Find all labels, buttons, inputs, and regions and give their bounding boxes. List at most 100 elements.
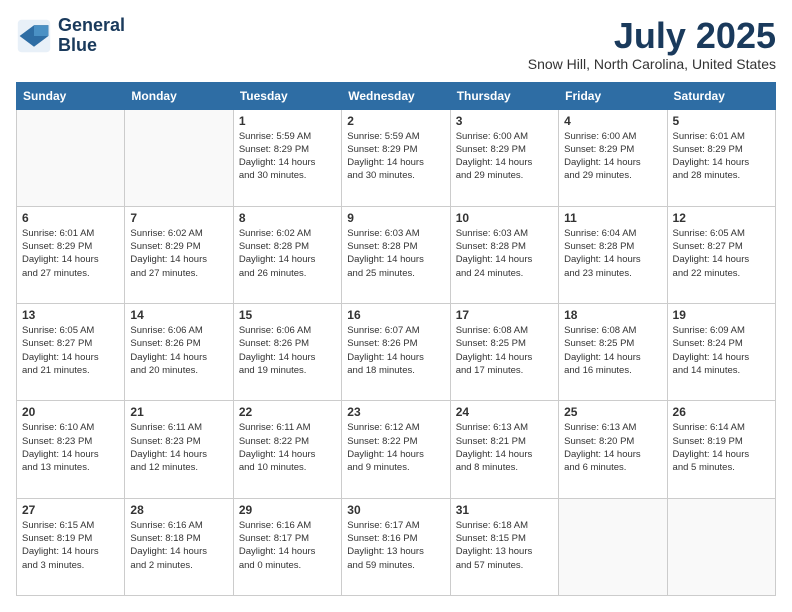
day-number: 17	[456, 308, 553, 322]
day-number: 22	[239, 405, 336, 419]
day-number: 3	[456, 114, 553, 128]
day-number: 7	[130, 211, 227, 225]
day-info: Sunrise: 5:59 AMSunset: 8:29 PMDaylight:…	[239, 130, 336, 183]
calendar-cell: 28 Sunrise: 6:16 AMSunset: 8:18 PMDayligh…	[125, 498, 233, 595]
day-number: 24	[456, 405, 553, 419]
week-row-2: 6Sunrise: 6:01 AMSunset: 8:29 PMDaylight…	[17, 206, 776, 303]
day-number: 29	[239, 503, 336, 517]
calendar-cell: 12Sunrise: 6:05 AMSunset: 8:27 PMDayligh…	[667, 206, 775, 303]
calendar-cell: 18 Sunrise: 6:08 AMSunset: 8:25 PMDayligh…	[559, 304, 667, 401]
logo-text: General Blue	[58, 16, 125, 56]
calendar-cell: 11 Sunrise: 6:04 AMSunset: 8:28 PMDayligh…	[559, 206, 667, 303]
calendar-cell: 6Sunrise: 6:01 AMSunset: 8:29 PMDaylight…	[17, 206, 125, 303]
week-row-1: 1 Sunrise: 5:59 AMSunset: 8:29 PMDaylight…	[17, 109, 776, 206]
day-info: Sunrise: 6:13 AMSunset: 8:20 PMDaylight:…	[564, 421, 661, 474]
day-info: Sunrise: 6:05 AMSunset: 8:27 PMDaylight:…	[673, 227, 770, 280]
week-row-4: 20 Sunrise: 6:10 AMSunset: 8:23 PMDayligh…	[17, 401, 776, 498]
calendar-cell	[125, 109, 233, 206]
calendar-cell	[667, 498, 775, 595]
calendar-header-monday: Monday	[125, 82, 233, 109]
day-info: Sunrise: 6:00 AMSunset: 8:29 PMDaylight:…	[456, 130, 553, 183]
day-number: 25	[564, 405, 661, 419]
day-number: 27	[22, 503, 119, 517]
day-number: 26	[673, 405, 770, 419]
calendar-cell: 8 Sunrise: 6:02 AMSunset: 8:28 PMDaylight…	[233, 206, 341, 303]
day-number: 20	[22, 405, 119, 419]
day-info: Sunrise: 6:02 AMSunset: 8:29 PMDaylight:…	[130, 227, 227, 280]
calendar-header-friday: Friday	[559, 82, 667, 109]
day-number: 6	[22, 211, 119, 225]
calendar-cell: 4 Sunrise: 6:00 AMSunset: 8:29 PMDaylight…	[559, 109, 667, 206]
calendar-cell: 17 Sunrise: 6:08 AMSunset: 8:25 PMDayligh…	[450, 304, 558, 401]
day-number: 18	[564, 308, 661, 322]
calendar-cell: 10 Sunrise: 6:03 AMSunset: 8:28 PMDayligh…	[450, 206, 558, 303]
calendar-header-thursday: Thursday	[450, 82, 558, 109]
day-number: 10	[456, 211, 553, 225]
day-info: Sunrise: 6:06 AMSunset: 8:26 PMDaylight:…	[239, 324, 336, 377]
day-info: Sunrise: 6:15 AMSunset: 8:19 PMDaylight:…	[22, 519, 119, 572]
day-info: Sunrise: 6:03 AMSunset: 8:28 PMDaylight:…	[347, 227, 444, 280]
day-info: Sunrise: 6:05 AMSunset: 8:27 PMDaylight:…	[22, 324, 119, 377]
day-info: Sunrise: 6:01 AMSunset: 8:29 PMDaylight:…	[673, 130, 770, 183]
day-info: Sunrise: 5:59 AMSunset: 8:29 PMDaylight:…	[347, 130, 444, 183]
day-number: 5	[673, 114, 770, 128]
calendar-cell: 25 Sunrise: 6:13 AMSunset: 8:20 PMDayligh…	[559, 401, 667, 498]
calendar-cell: 20 Sunrise: 6:10 AMSunset: 8:23 PMDayligh…	[17, 401, 125, 498]
day-info: Sunrise: 6:08 AMSunset: 8:25 PMDaylight:…	[456, 324, 553, 377]
day-info: Sunrise: 6:13 AMSunset: 8:21 PMDaylight:…	[456, 421, 553, 474]
day-info: Sunrise: 6:11 AMSunset: 8:23 PMDaylight:…	[130, 421, 227, 474]
calendar-cell: 3 Sunrise: 6:00 AMSunset: 8:29 PMDaylight…	[450, 109, 558, 206]
day-number: 11	[564, 211, 661, 225]
calendar-header-tuesday: Tuesday	[233, 82, 341, 109]
calendar-table: SundayMondayTuesdayWednesdayThursdayFrid…	[16, 82, 776, 596]
calendar-cell: 1 Sunrise: 5:59 AMSunset: 8:29 PMDaylight…	[233, 109, 341, 206]
logo-icon	[16, 18, 52, 54]
day-info: Sunrise: 6:14 AMSunset: 8:19 PMDaylight:…	[673, 421, 770, 474]
header: General Blue July 2025 Snow Hill, North …	[16, 16, 776, 72]
day-info: Sunrise: 6:12 AMSunset: 8:22 PMDaylight:…	[347, 421, 444, 474]
calendar-cell: 19 Sunrise: 6:09 AMSunset: 8:24 PMDayligh…	[667, 304, 775, 401]
day-info: Sunrise: 6:06 AMSunset: 8:26 PMDaylight:…	[130, 324, 227, 377]
calendar-cell: 16Sunrise: 6:07 AMSunset: 8:26 PMDayligh…	[342, 304, 450, 401]
day-number: 30	[347, 503, 444, 517]
day-number: 1	[239, 114, 336, 128]
calendar-cell: 21Sunrise: 6:11 AMSunset: 8:23 PMDayligh…	[125, 401, 233, 498]
calendar-header-saturday: Saturday	[667, 82, 775, 109]
day-info: Sunrise: 6:04 AMSunset: 8:28 PMDaylight:…	[564, 227, 661, 280]
calendar-cell: 24 Sunrise: 6:13 AMSunset: 8:21 PMDayligh…	[450, 401, 558, 498]
calendar-cell: 13 Sunrise: 6:05 AMSunset: 8:27 PMDayligh…	[17, 304, 125, 401]
day-info: Sunrise: 6:00 AMSunset: 8:29 PMDaylight:…	[564, 130, 661, 183]
day-info: Sunrise: 6:16 AMSunset: 8:17 PMDaylight:…	[239, 519, 336, 572]
calendar-cell: 15 Sunrise: 6:06 AMSunset: 8:26 PMDayligh…	[233, 304, 341, 401]
calendar-cell: 7 Sunrise: 6:02 AMSunset: 8:29 PMDaylight…	[125, 206, 233, 303]
calendar-header-row: SundayMondayTuesdayWednesdayThursdayFrid…	[17, 82, 776, 109]
day-info: Sunrise: 6:10 AMSunset: 8:23 PMDaylight:…	[22, 421, 119, 474]
day-info: Sunrise: 6:11 AMSunset: 8:22 PMDaylight:…	[239, 421, 336, 474]
calendar-cell: 5 Sunrise: 6:01 AMSunset: 8:29 PMDaylight…	[667, 109, 775, 206]
calendar-cell: 30 Sunrise: 6:17 AMSunset: 8:16 PMDayligh…	[342, 498, 450, 595]
calendar-cell: 27 Sunrise: 6:15 AMSunset: 8:19 PMDayligh…	[17, 498, 125, 595]
day-number: 19	[673, 308, 770, 322]
day-number: 13	[22, 308, 119, 322]
page: General Blue July 2025 Snow Hill, North …	[0, 0, 792, 612]
day-info: Sunrise: 6:08 AMSunset: 8:25 PMDaylight:…	[564, 324, 661, 377]
day-info: Sunrise: 6:16 AMSunset: 8:18 PMDaylight:…	[130, 519, 227, 572]
day-info: Sunrise: 6:03 AMSunset: 8:28 PMDaylight:…	[456, 227, 553, 280]
day-info: Sunrise: 6:09 AMSunset: 8:24 PMDaylight:…	[673, 324, 770, 377]
day-number: 4	[564, 114, 661, 128]
day-info: Sunrise: 6:18 AMSunset: 8:15 PMDaylight:…	[456, 519, 553, 572]
day-number: 28	[130, 503, 227, 517]
day-info: Sunrise: 6:17 AMSunset: 8:16 PMDaylight:…	[347, 519, 444, 572]
calendar-cell	[559, 498, 667, 595]
logo: General Blue	[16, 16, 125, 56]
calendar-cell: 23Sunrise: 6:12 AMSunset: 8:22 PMDayligh…	[342, 401, 450, 498]
day-number: 16	[347, 308, 444, 322]
day-number: 31	[456, 503, 553, 517]
month-title: July 2025	[528, 16, 776, 56]
day-number: 15	[239, 308, 336, 322]
calendar-cell: 31 Sunrise: 6:18 AMSunset: 8:15 PMDayligh…	[450, 498, 558, 595]
day-number: 8	[239, 211, 336, 225]
day-number: 9	[347, 211, 444, 225]
calendar-cell: 9 Sunrise: 6:03 AMSunset: 8:28 PMDaylight…	[342, 206, 450, 303]
day-info: Sunrise: 6:02 AMSunset: 8:28 PMDaylight:…	[239, 227, 336, 280]
